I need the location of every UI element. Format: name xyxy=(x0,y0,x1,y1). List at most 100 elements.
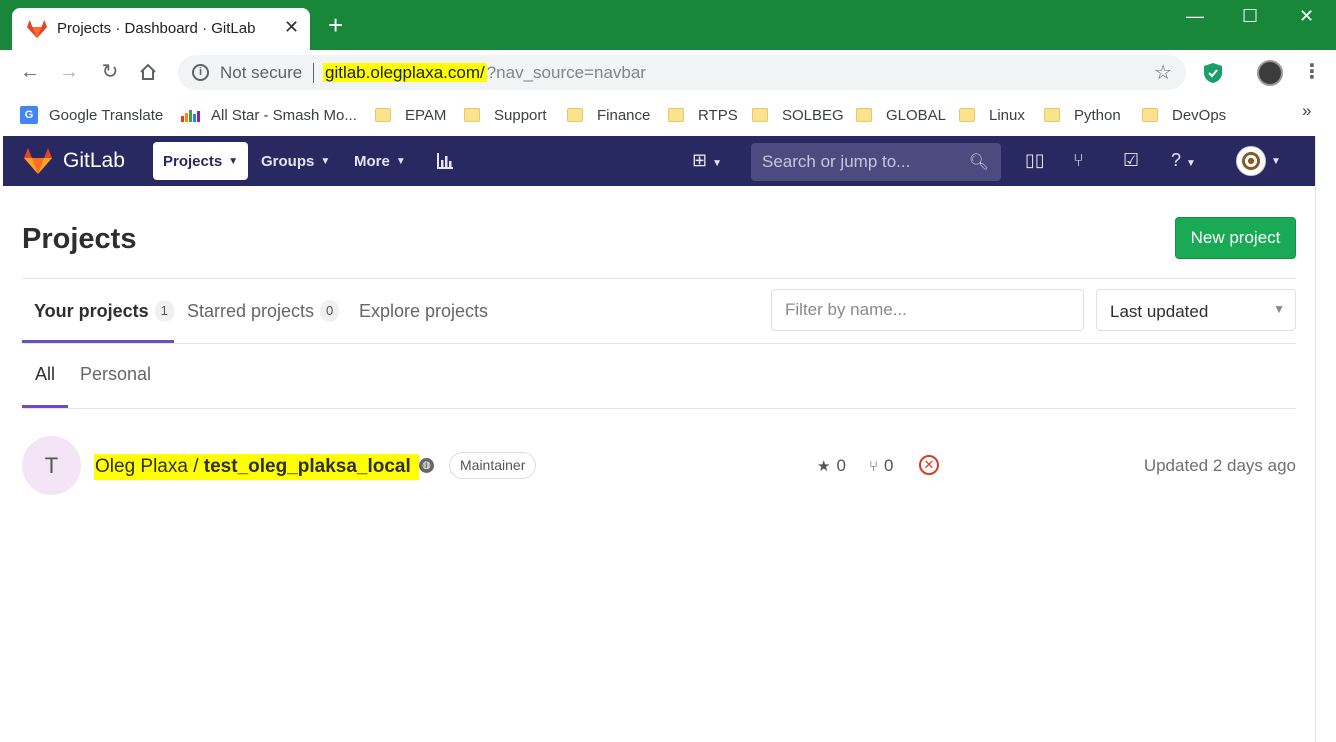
new-tab-button[interactable]: + xyxy=(328,12,343,38)
folder-icon xyxy=(1142,108,1158,122)
bookmarks-overflow-icon[interactable]: » xyxy=(1302,101,1311,121)
url-host: gitlab.olegplaxa.com/ xyxy=(323,63,487,82)
folder-icon xyxy=(464,108,480,122)
tab-label: Starred projects xyxy=(187,300,315,321)
bookmark-label: Support xyxy=(494,106,547,124)
folder-icon xyxy=(1044,108,1060,122)
nav-groups-menu[interactable]: Groups ▼ xyxy=(251,142,340,180)
new-project-button[interactable]: New project xyxy=(1175,217,1296,259)
bookmark-folder-global[interactable]: GLOBAL xyxy=(856,104,946,126)
project-namespace: Oleg Plaxa / xyxy=(95,456,204,477)
bookmark-folder-python[interactable]: Python xyxy=(1044,104,1121,126)
reload-icon[interactable]: ↻ xyxy=(98,60,122,84)
bookmark-folder-epam[interactable]: EPAM xyxy=(375,104,446,126)
browser-tab-active[interactable]: Projects · Dashboard · GitLab ✕ xyxy=(12,8,310,50)
bookmark-folder-linux[interactable]: Linux xyxy=(959,104,1025,126)
stars-count[interactable]: ★ 0 xyxy=(817,456,846,476)
url-query: ?nav_source=navbar xyxy=(486,63,646,82)
count-badge: 0 xyxy=(320,300,340,322)
bookmark-label: SOLBEG xyxy=(782,106,844,124)
sort-dropdown[interactable]: Last updated ▼ xyxy=(1096,289,1296,331)
fork-icon: ⑂ xyxy=(869,457,879,475)
browser-toolbar: ← → ↻ i Not secure gitlab.olegplaxa.com/… xyxy=(0,50,1336,95)
info-icon[interactable]: i xyxy=(192,64,209,81)
bookmark-google-translate[interactable]: G Google Translate xyxy=(20,104,163,126)
forks-count[interactable]: ⑂ 0 xyxy=(869,456,893,476)
pipeline-failed-icon[interactable]: ✕ xyxy=(919,455,939,475)
page-title: Projects xyxy=(22,223,137,255)
filter-by-name-input[interactable] xyxy=(771,289,1084,331)
project-avatar[interactable]: T xyxy=(22,436,81,495)
shield-extension-icon[interactable] xyxy=(1203,62,1223,84)
updated-time: Updated 2 days ago xyxy=(1143,456,1296,475)
minimize-icon[interactable]: — xyxy=(1186,6,1204,27)
new-item-plus-icon[interactable]: ⊞ ▼ xyxy=(692,150,722,171)
bars-icon xyxy=(181,110,200,122)
folder-icon xyxy=(567,108,583,122)
todos-icon[interactable]: ☑ xyxy=(1123,150,1139,171)
nav-menu-label: Groups xyxy=(261,152,315,170)
tab-label: Explore projects xyxy=(359,300,489,321)
folder-icon xyxy=(959,108,975,122)
back-arrow-icon[interactable]: ← xyxy=(18,60,42,84)
subtab-personal[interactable]: Personal xyxy=(80,364,151,385)
user-avatar[interactable] xyxy=(1236,146,1266,176)
profile-avatar[interactable] xyxy=(1257,60,1283,86)
home-icon[interactable] xyxy=(138,62,158,82)
chevron-down-icon: ▼ xyxy=(320,155,331,167)
issues-icon[interactable]: ▯▯ xyxy=(1025,150,1045,171)
bookmark-folder-devops[interactable]: DevOps xyxy=(1142,104,1226,126)
bookmarks-bar: G Google Translate All Star - Smash Mo..… xyxy=(0,95,1336,135)
forward-arrow-icon[interactable]: → xyxy=(57,60,81,84)
search-icon[interactable]: 🔍︎ xyxy=(969,152,989,172)
maximize-icon[interactable]: ☐ xyxy=(1242,6,1258,27)
help-icon[interactable]: ? ▼ xyxy=(1171,150,1196,171)
gitlab-brand[interactable]: GitLab xyxy=(63,149,125,173)
bookmark-label: Python xyxy=(1074,106,1121,124)
project-repo-name: test_oleg_plaksa_local xyxy=(203,456,411,477)
tab-label: Your projects xyxy=(34,300,149,321)
bookmark-label: GLOBAL xyxy=(886,106,947,124)
tab-close-icon[interactable]: ✕ xyxy=(284,17,299,38)
chevron-down-icon: ▼ xyxy=(228,155,239,167)
sort-selected-value: Last updated xyxy=(1110,302,1209,321)
scrollbar-track[interactable] xyxy=(1315,136,1316,742)
address-bar[interactable]: i Not secure gitlab.olegplaxa.com/?nav_s… xyxy=(178,55,1186,90)
search-input[interactable] xyxy=(762,152,962,172)
bookmark-folder-finance[interactable]: Finance xyxy=(567,104,650,126)
subtab-all[interactable]: All xyxy=(35,364,55,385)
url-text[interactable]: gitlab.olegplaxa.com/?nav_source=navbar xyxy=(323,63,646,83)
bookmark-label: Finance xyxy=(597,106,651,124)
window-close-icon[interactable]: ✕ xyxy=(1299,6,1314,27)
folder-icon xyxy=(375,108,391,122)
tab-your-projects[interactable]: Your projects 1 xyxy=(34,298,174,324)
chevron-down-icon[interactable]: ▼ xyxy=(1271,156,1281,167)
gitlab-search-box: 🔍︎ xyxy=(751,143,1001,181)
nav-projects-menu[interactable]: Projects ▼ xyxy=(153,142,249,180)
bookmark-folder-rtps[interactable]: RTPS xyxy=(668,104,738,126)
nav-menu-label: More xyxy=(354,152,390,170)
merge-requests-icon[interactable]: ⑂ xyxy=(1073,150,1084,171)
chevron-down-icon: ▼ xyxy=(395,155,406,167)
bookmark-folder-support[interactable]: Support xyxy=(464,104,547,126)
nav-menu-label: Projects xyxy=(163,152,223,170)
project-name-link[interactable]: Oleg Plaxa / test_oleg_plaksa_local xyxy=(94,454,419,480)
tab-explore-projects[interactable]: Explore projects xyxy=(359,298,488,324)
tab-title: Projects · Dashboard · GitLab xyxy=(57,20,256,37)
globe-icon: ◍ xyxy=(419,458,434,473)
divider xyxy=(22,343,1296,344)
activity-chart-icon[interactable] xyxy=(436,152,454,170)
bookmark-label: Linux xyxy=(989,106,1025,124)
gitlab-logo-icon[interactable] xyxy=(23,147,53,175)
star-icon: ★ xyxy=(817,458,831,475)
count-badge: 1 xyxy=(154,300,174,322)
gitlab-navbar: GitLab Projects ▼ Groups ▼ More ▼ ⊞ ▼ 🔍︎ ▯▯… xyxy=(3,136,1315,186)
star-icon[interactable]: ☆ xyxy=(1154,60,1172,85)
tab-starred-projects[interactable]: Starred projects 0 xyxy=(187,298,340,324)
nav-more-menu[interactable]: More ▼ xyxy=(344,142,416,180)
bookmark-all-star[interactable]: All Star - Smash Mo... xyxy=(181,104,357,126)
bookmark-folder-solbeg[interactable]: SOLBEG xyxy=(752,104,844,126)
menu-dots-icon[interactable]: ⋮ xyxy=(1302,59,1322,84)
divider xyxy=(22,408,1296,409)
bookmark-label: DevOps xyxy=(1172,106,1227,124)
